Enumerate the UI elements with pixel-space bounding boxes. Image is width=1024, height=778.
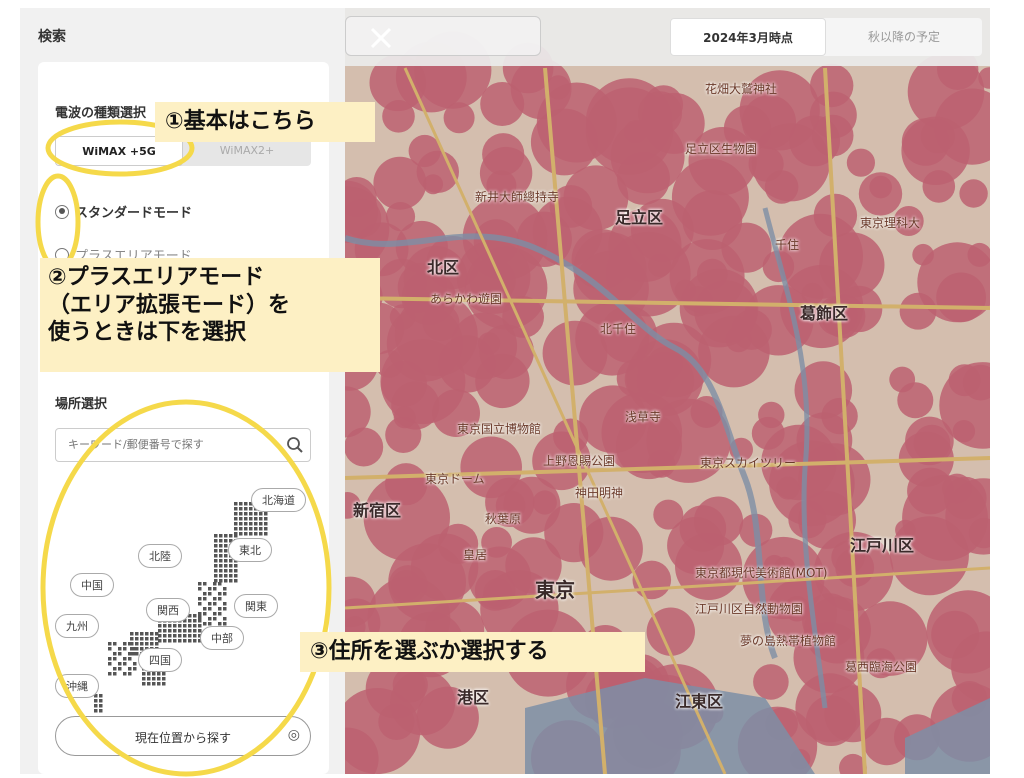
map-label: 足立区 (615, 208, 664, 227)
region-shikoku[interactable]: 四国 (138, 648, 182, 672)
poi-label: 上野恩賜公園 (543, 454, 616, 468)
region-okinawa[interactable]: 沖縄 (55, 674, 99, 698)
annotation-line: （エリア拡張モード）を (48, 292, 291, 318)
poi-label: 東京国立博物館 (457, 422, 542, 436)
map-label: 港区 (457, 688, 490, 707)
current-location-button[interactable]: 現在位置から探す ◎ (55, 716, 311, 756)
poi-label: 秋葉原 (485, 512, 522, 526)
poi-label: 足立区生物園 (685, 142, 758, 156)
search-icon[interactable] (286, 436, 304, 454)
poi-label: 浅草寺 (625, 410, 662, 424)
search-input[interactable] (66, 437, 280, 452)
keyword-search (55, 428, 311, 462)
map-label: 新宿区 (353, 501, 402, 520)
region-kyushu[interactable]: 九州 (55, 614, 99, 638)
sidebar-title: 検索 (38, 29, 66, 45)
map-label: 北区 (427, 258, 460, 277)
poi-label: 花畑大鷲神社 (705, 82, 778, 96)
region-tohoku[interactable]: 東北 (228, 538, 272, 562)
search-panel: 電波の種類選択 WiMAX +5G WiMAX2+ スタンダードモード プラスエ… (38, 62, 329, 774)
annotation-line: ②プラスエリアモード (48, 265, 265, 290)
region-kansai[interactable]: 関西 (146, 598, 190, 622)
map-label: 江戸川区 (850, 536, 915, 555)
poi-label: 東京スカイツリー (700, 456, 797, 470)
annotation-line: 使うときは下を選択 (48, 320, 247, 345)
map-label: 東京 (535, 578, 575, 602)
wave-type-heading: 電波の種類選択 (55, 106, 147, 121)
poi-label: 皇居 (463, 548, 488, 562)
poi-label: 葛西臨海公園 (845, 660, 918, 674)
close-search-button[interactable] (345, 16, 541, 56)
place-heading: 場所選択 (55, 397, 108, 412)
annotation-address: ③住所を選ぶか選択する (300, 632, 645, 672)
map-label: 江東区 (675, 692, 724, 711)
map-top-bar: 2024年3月時点 秋以降の予定 (345, 8, 990, 66)
tab-future[interactable]: 秋以降の予定 (826, 18, 982, 56)
region-chugoku[interactable]: 中国 (70, 573, 114, 597)
annotation-plus-area: ②プラスエリアモード （エリア拡張モード）を 使うときは下を選択 (40, 258, 380, 372)
poi-label: 東京都現代美術館(MOT) (695, 566, 828, 580)
poi-label: 新井大師總持寺 (475, 190, 560, 204)
poi-label: 江戸川区自然動物園 (695, 602, 804, 616)
region-hokkaido[interactable]: 北海道 (251, 488, 306, 512)
poi-label: あらかわ遊園 (430, 292, 503, 306)
poi-label: 東京理科大 (860, 216, 921, 230)
region-chubu[interactable]: 中部 (200, 626, 244, 650)
time-period-tabs: 2024年3月時点 秋以降の予定 (670, 18, 982, 56)
radio-standard-label: スタンダードモード (75, 206, 193, 221)
poi-label: 神田明神 (575, 486, 624, 500)
current-location-label: 現在位置から探す (134, 731, 231, 745)
poi-label: 北千住 (600, 322, 637, 336)
region-hokuriku[interactable]: 北陸 (138, 544, 182, 568)
location-target-icon: ◎ (287, 727, 300, 743)
poi-label: 千住 (775, 238, 800, 252)
annotation-basic: ①基本はこちら (155, 102, 375, 142)
radio-standard-mode[interactable]: スタンダードモード (55, 202, 192, 221)
tab-current[interactable]: 2024年3月時点 (670, 18, 826, 56)
close-icon (370, 27, 392, 49)
poi-label: 夢の島熱帯植物館 (740, 634, 837, 648)
region-kanto[interactable]: 関東 (234, 594, 278, 618)
poi-label: 東京ドーム (425, 472, 485, 486)
radio-selected-icon (55, 204, 69, 219)
japan-map-illustration (94, 502, 268, 713)
map-label: 葛飾区 (800, 304, 849, 323)
